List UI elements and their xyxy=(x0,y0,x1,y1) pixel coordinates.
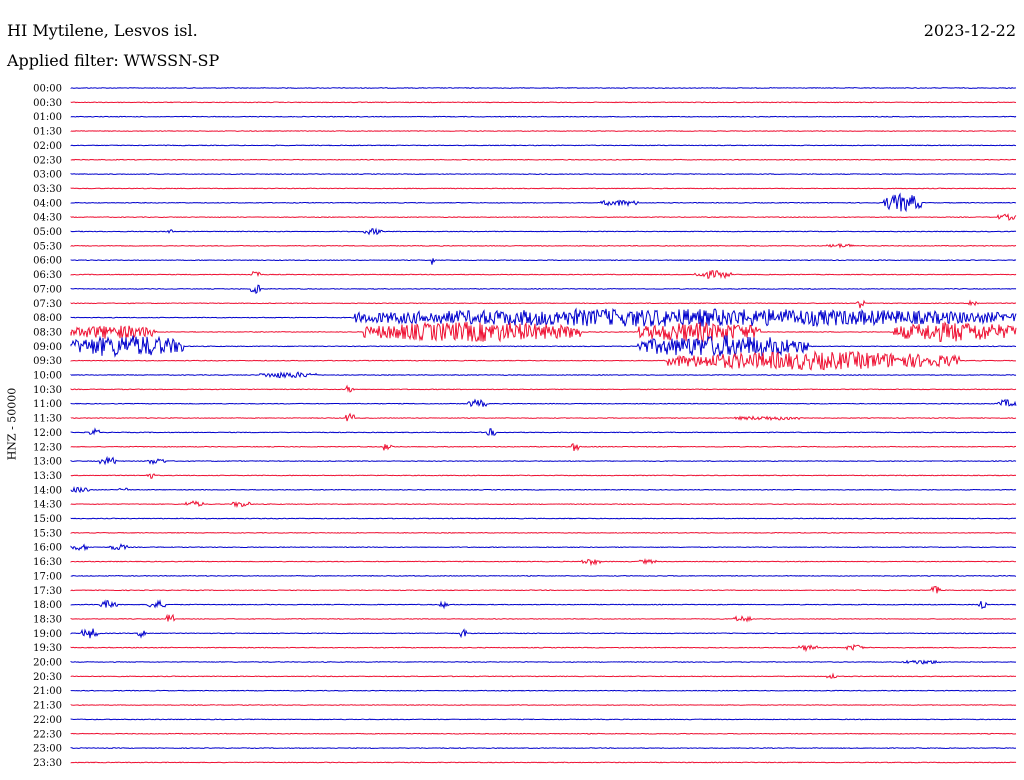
row-label: 11:00 xyxy=(33,399,62,410)
row-label: 17:30 xyxy=(33,586,62,597)
row-label: 14:00 xyxy=(33,485,62,496)
row-label: 09:00 xyxy=(33,342,62,353)
row-label: 15:30 xyxy=(33,528,62,539)
trace-line xyxy=(70,732,1017,735)
row-label: 05:30 xyxy=(33,241,62,252)
row-label: 21:30 xyxy=(33,701,62,712)
trace-line xyxy=(70,574,1017,577)
row-label: 08:30 xyxy=(33,327,62,338)
trace-line xyxy=(70,87,1017,89)
trace-line xyxy=(70,242,1017,249)
row-label: 03:00 xyxy=(33,170,62,181)
row-label: 22:30 xyxy=(33,729,62,740)
trace-line xyxy=(70,747,1017,750)
trace-line xyxy=(70,558,1017,567)
trace-line xyxy=(70,299,1017,309)
seismogram-plot: 00:00 00:30 01:00 01:30 02:00 02:30 03:00 03:30… xyxy=(33,84,1017,769)
trace-line xyxy=(70,384,1017,393)
row-label: 10:30 xyxy=(33,385,62,396)
trace-line xyxy=(70,455,1017,466)
row-label: 22:00 xyxy=(33,715,62,726)
trace-line xyxy=(70,192,1017,213)
trace-line xyxy=(70,628,1017,639)
row-label: 19:00 xyxy=(33,629,62,640)
row-label: 14:30 xyxy=(33,500,62,511)
trace-line xyxy=(70,130,1017,132)
trace-line xyxy=(70,335,1017,358)
trace-line xyxy=(70,613,1017,623)
trace-line xyxy=(70,270,1017,280)
row-label: 06:30 xyxy=(33,270,62,281)
trace-line xyxy=(70,543,1017,552)
row-label: 21:00 xyxy=(33,686,62,697)
row-label: 13:00 xyxy=(33,457,62,468)
row-label: 02:00 xyxy=(33,141,62,152)
row-label: 23:00 xyxy=(33,744,62,755)
trace-line xyxy=(70,599,1017,610)
row-label: 16:00 xyxy=(33,543,62,554)
trace-line xyxy=(70,187,1017,190)
trace-line xyxy=(70,485,1017,494)
row-label: 12:30 xyxy=(33,442,62,453)
row-label: 15:00 xyxy=(33,514,62,525)
row-label: 07:00 xyxy=(33,284,62,295)
row-label: 08:00 xyxy=(33,313,62,324)
row-label: 19:30 xyxy=(33,643,62,654)
row-label: 04:00 xyxy=(33,198,62,209)
row-label: 13:30 xyxy=(33,471,62,482)
trace-line xyxy=(70,531,1017,534)
trace-line xyxy=(70,398,1017,408)
trace-line xyxy=(70,284,1017,295)
row-label: 00:00 xyxy=(33,84,62,95)
trace-line xyxy=(70,659,1017,665)
trace-line xyxy=(70,689,1017,692)
row-label: 18:00 xyxy=(33,600,62,611)
row-label: 17:00 xyxy=(33,571,62,582)
trace-line xyxy=(70,672,1017,679)
trace-line xyxy=(70,115,1017,118)
trace-line xyxy=(70,427,1017,436)
trace-line xyxy=(70,412,1017,422)
row-label: 01:30 xyxy=(33,127,62,138)
row-label: 09:30 xyxy=(33,356,62,367)
trace-line xyxy=(70,500,1017,508)
row-label: 01:00 xyxy=(33,112,62,123)
row-label: 04:30 xyxy=(33,213,62,224)
row-label: 10:00 xyxy=(33,371,62,382)
trace-line xyxy=(70,517,1017,520)
trace-line xyxy=(70,704,1017,706)
trace-line xyxy=(70,643,1017,653)
row-label: 18:30 xyxy=(33,614,62,625)
row-label: 02:30 xyxy=(33,155,62,166)
trace-line xyxy=(70,442,1017,452)
trace-line xyxy=(70,307,1017,328)
trace-line xyxy=(70,158,1017,161)
trace-line xyxy=(70,258,1017,265)
row-label: 03:30 xyxy=(33,184,62,195)
trace-line xyxy=(70,371,1017,379)
trace-line xyxy=(70,585,1017,594)
row-label: 23:30 xyxy=(33,758,62,769)
trace-line xyxy=(70,227,1017,236)
row-label: 06:00 xyxy=(33,256,62,267)
row-label: 12:00 xyxy=(33,428,62,439)
trace-line xyxy=(70,761,1017,764)
trace-line xyxy=(70,350,1017,371)
row-label: 05:00 xyxy=(33,227,62,238)
row-label: 07:30 xyxy=(33,299,62,310)
trace-line xyxy=(70,718,1016,721)
row-label: 11:30 xyxy=(33,414,62,425)
trace-line xyxy=(70,213,1017,221)
row-label: 00:30 xyxy=(33,98,62,109)
trace-line xyxy=(70,144,1017,147)
row-label: 20:00 xyxy=(33,658,62,669)
row-label: 20:30 xyxy=(33,672,62,683)
trace-line xyxy=(70,473,1017,479)
row-label: 16:30 xyxy=(33,557,62,568)
trace-line xyxy=(70,173,1017,176)
trace-line xyxy=(70,101,1017,104)
